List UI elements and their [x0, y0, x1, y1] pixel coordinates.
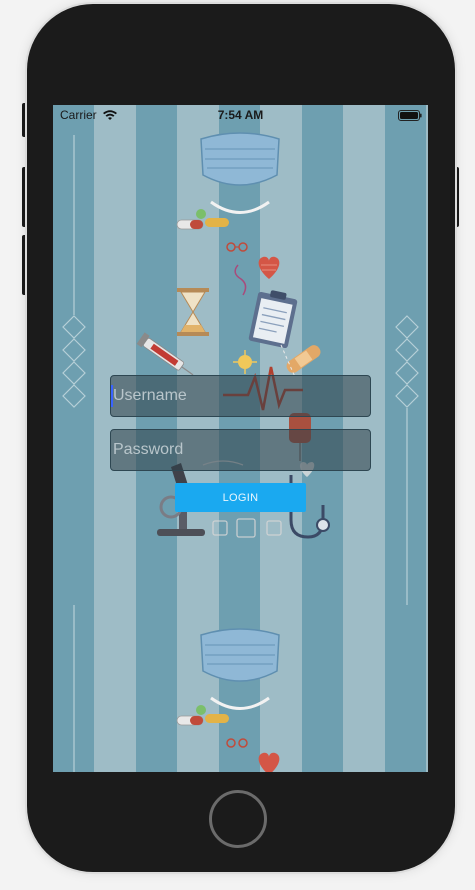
device-frame-stage: Carrier 7:54 AM LOGIN — [0, 0, 475, 890]
squiggle-decoration — [234, 264, 247, 296]
face-mask-icon — [200, 628, 280, 710]
glasses-icon — [226, 242, 248, 252]
heart-icon — [258, 256, 280, 279]
bandage-icon — [286, 345, 321, 373]
sun-icon — [233, 350, 257, 374]
hourglass-icon — [177, 288, 209, 336]
clipboard-icon — [248, 290, 298, 349]
syringe-icon — [136, 332, 194, 376]
battery-icon — [398, 110, 422, 121]
glasses-icon — [226, 738, 248, 748]
pills-icon — [176, 705, 229, 726]
password-input[interactable] — [110, 429, 371, 471]
diamond-ornament-icon — [395, 315, 419, 605]
username-input[interactable] — [110, 375, 371, 417]
app-screen: Carrier 7:54 AM LOGIN — [53, 105, 428, 772]
home-button[interactable] — [209, 790, 267, 848]
face-mask-icon — [200, 132, 280, 214]
status-time: 7:54 AM — [217, 108, 264, 122]
heart-icon — [258, 752, 280, 772]
login-button[interactable]: LOGIN — [175, 483, 306, 512]
pills-icon — [176, 209, 229, 230]
status-bar: Carrier 7:54 AM — [53, 105, 428, 125]
diamond-ornament-icon — [62, 135, 86, 772]
text-cursor — [111, 385, 113, 407]
